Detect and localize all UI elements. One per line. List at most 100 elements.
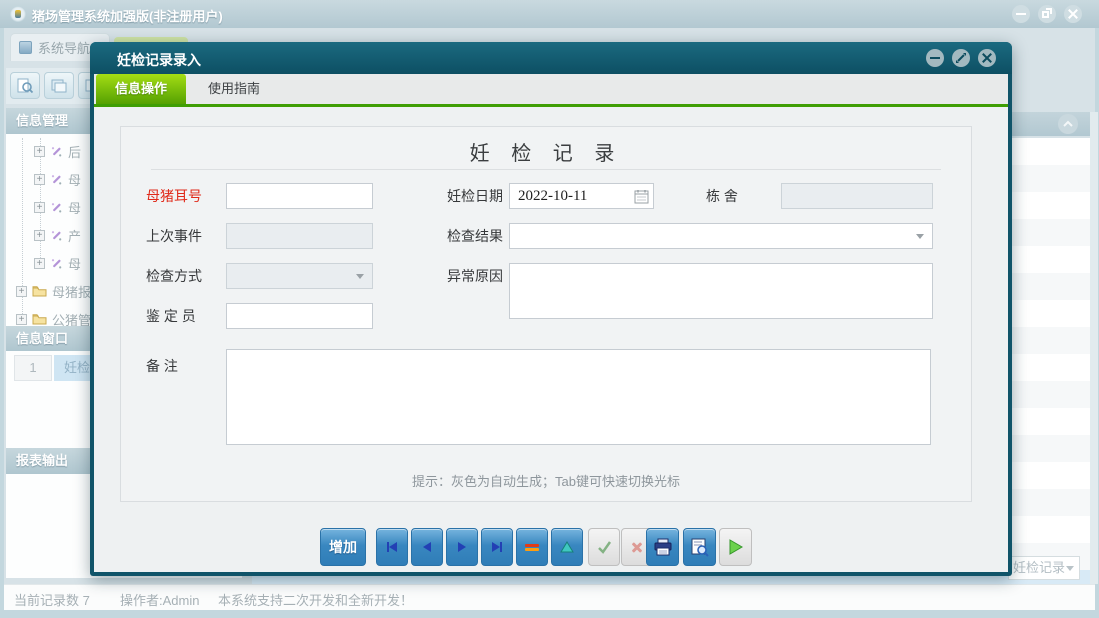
collapse-chevron-up-icon[interactable] [1058,114,1078,134]
expand-plus-icon[interactable]: + [34,202,45,213]
delete-record-button[interactable] [516,528,548,566]
window-titlebar: 猪场管理系统加强版(非注册用户) [0,0,1099,28]
record-type-dropdown-value: 妊检记录 [1013,560,1065,575]
chevron-down-icon [1066,566,1074,571]
wand-icon [50,257,63,270]
prev-record-icon [423,542,431,552]
check-date-label: 妊检日期 [403,183,503,209]
dialog-body: 信息操作 使用指南 妊 检 记 录 母猪耳号 妊检日期 [94,74,1008,572]
status-operator: 操作者:Admin [120,590,199,609]
check-result-select[interactable] [509,223,933,249]
tree-item-label: 母 [68,170,81,189]
print-button[interactable] [646,528,679,566]
post-record-button[interactable] [588,528,620,566]
tree-item[interactable]: + 母 [34,168,81,190]
add-button[interactable]: 增加 [320,528,366,566]
sow-ear-tag-input[interactable] [226,183,373,209]
remark-label: 备 注 [146,353,178,379]
abnormal-reason-textarea[interactable] [509,263,933,319]
pregnancy-check-form: 妊 检 记 录 母猪耳号 妊检日期 栋 舍 [120,126,972,502]
wand-icon [50,145,63,158]
dialog-titlebar[interactable]: 妊检记录录入 [90,42,1012,74]
status-bar: 当前记录数 7 操作者:Admin 本系统支持二次开发和全新开发！ [4,584,1095,610]
window-title: 猪场管理系统加强版(非注册用户) [32,6,223,25]
check-date-input[interactable] [510,184,653,208]
prev-record-button[interactable] [411,528,443,566]
last-event-input [226,223,373,249]
pregnancy-check-entry-dialog: 妊检记录录入 信息操作 使用指南 妊 检 记 录 母猪耳号 [90,42,1012,576]
window-restore-icon[interactable] [1038,5,1056,23]
magnifier-document-icon [16,77,34,95]
status-note: 本系统支持二次开发和全新开发！ [218,590,413,609]
window-minimize-icon[interactable] [1012,5,1030,23]
tab-system-navigation-label: 系统导航 [38,38,90,57]
house-label: 栋 舍 [706,183,738,209]
expand-plus-icon[interactable]: + [34,258,45,269]
app-icon [10,6,26,22]
tree-item[interactable]: + 产 [34,224,81,246]
last-record-button[interactable] [481,528,513,566]
edit-triangle-icon [560,541,574,553]
window-close-icon[interactable] [1064,5,1082,23]
expand-plus-icon[interactable]: + [34,230,45,241]
tab-accent-line [94,104,1008,107]
cancel-x-icon [630,540,644,554]
expand-plus-icon[interactable]: + [16,314,27,325]
record-type-dropdown[interactable]: 妊检记录 [1008,556,1080,580]
tree-item[interactable]: + 母猪报 [16,280,91,302]
info-row-index: 1 [14,355,52,381]
wand-icon [50,173,63,186]
printer-icon [653,538,673,556]
dialog-title: 妊检记录录入 [117,50,201,70]
dialog-minimize-icon[interactable] [926,49,944,67]
edit-record-button[interactable] [551,528,583,566]
check-icon [597,540,612,554]
window-tool-button[interactable] [44,72,74,99]
preview-magnifier-icon [690,538,710,557]
expand-plus-icon[interactable]: + [16,286,27,297]
check-date-field[interactable] [509,183,654,209]
tree-item[interactable]: + 后 [34,140,81,162]
tab-usage-guide[interactable]: 使用指南 [188,74,280,104]
form-divider [151,169,941,170]
calendar-icon[interactable] [634,189,649,204]
wand-icon [50,201,63,214]
status-record-count: 当前记录数 7 [14,590,90,609]
first-record-button[interactable] [376,528,408,566]
remark-textarea[interactable] [226,349,931,445]
tree-item-label: 产 [68,226,81,245]
dialog-maximize-icon[interactable] [952,49,970,67]
dialog-close-icon[interactable] [978,49,996,67]
inspector-input[interactable] [226,303,373,329]
delete-icon [525,544,539,551]
form-title: 妊 检 记 录 [121,137,971,166]
last-event-label: 上次事件 [146,223,202,249]
check-method-label: 检查方式 [146,263,202,289]
house-input [781,183,933,209]
tree-item[interactable]: + 母 [34,196,81,218]
tree-item[interactable]: + 母 [34,252,81,274]
tab-info-operation[interactable]: 信息操作 [96,74,186,104]
play-icon [728,539,744,555]
folder-icon [32,313,47,325]
application-window: 猪场管理系统加强版(非注册用户) 系统导航 [0,0,1099,618]
next-record-icon [458,542,466,552]
dialog-tab-bar: 信息操作 使用指南 [94,74,1008,104]
run-button[interactable] [719,528,752,566]
window-bottom-frame [0,610,1099,618]
folder-icon [32,285,47,297]
expand-plus-icon[interactable]: + [34,146,45,157]
check-result-label: 检查结果 [403,223,503,249]
chevron-down-icon [356,274,364,279]
search-tool-button[interactable] [10,72,40,99]
navigation-icon [19,41,32,54]
vertical-scrollbar[interactable] [1090,112,1098,584]
inspector-label: 鉴 定 员 [146,303,196,329]
window-copy-icon [50,78,68,94]
check-method-select[interactable] [226,263,373,289]
next-record-button[interactable] [446,528,478,566]
expand-plus-icon[interactable]: + [34,174,45,185]
tree-item-label: 后 [68,142,81,161]
preview-button[interactable] [683,528,716,566]
last-record-icon [492,542,500,552]
